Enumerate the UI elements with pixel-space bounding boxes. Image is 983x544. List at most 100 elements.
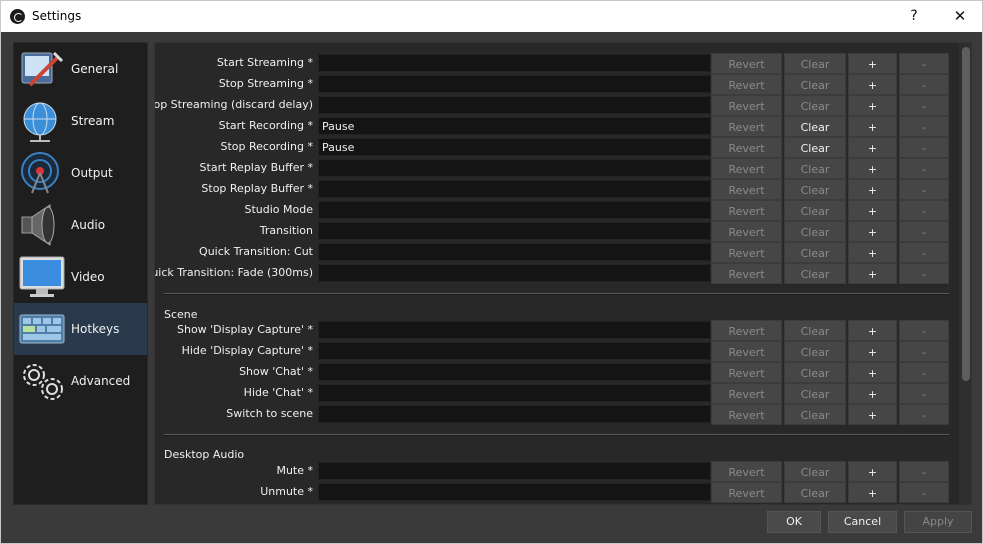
add-hotkey-button[interactable]: + [848,320,897,341]
revert-button[interactable]: Revert [711,482,782,503]
hotkey-input[interactable] [318,264,711,282]
revert-button[interactable]: Revert [711,263,782,284]
sidebar-item-output[interactable]: Output [14,147,147,199]
remove-hotkey-button[interactable]: - [899,179,949,200]
add-hotkey-button[interactable]: + [848,341,897,362]
revert-button[interactable]: Revert [711,404,782,425]
scrollbar-thumb[interactable] [962,47,970,381]
revert-button[interactable]: Revert [711,341,782,362]
revert-button[interactable]: Revert [711,53,782,74]
revert-button[interactable]: Revert [711,320,782,341]
sidebar-item-general[interactable]: General [14,43,147,95]
remove-hotkey-button[interactable]: - [899,116,949,137]
remove-hotkey-button[interactable]: - [899,200,949,221]
add-hotkey-button[interactable]: + [848,74,897,95]
hotkey-input[interactable] [318,405,711,423]
hotkey-input[interactable] [318,180,711,198]
clear-button[interactable]: Clear [784,74,846,95]
remove-hotkey-button[interactable]: - [899,74,949,95]
clear-button[interactable]: Clear [784,263,846,284]
ok-button[interactable]: OK [767,511,821,533]
revert-button[interactable]: Revert [711,221,782,242]
hotkey-input[interactable] [318,462,711,480]
add-hotkey-button[interactable]: + [848,461,897,482]
clear-button[interactable]: Clear [784,116,846,137]
remove-hotkey-button[interactable]: - [899,320,949,341]
remove-hotkey-button[interactable]: - [899,341,949,362]
add-hotkey-button[interactable]: + [848,158,897,179]
revert-button[interactable]: Revert [711,461,782,482]
hotkey-input[interactable] [318,201,711,219]
remove-hotkey-button[interactable]: - [899,263,949,284]
add-hotkey-button[interactable]: + [848,482,897,503]
sidebar-item-stream[interactable]: Stream [14,95,147,147]
clear-button[interactable]: Clear [784,179,846,200]
remove-hotkey-button[interactable]: - [899,461,949,482]
clear-button[interactable]: Clear [784,221,846,242]
add-hotkey-button[interactable]: + [848,221,897,242]
remove-hotkey-button[interactable]: - [899,362,949,383]
hotkey-input[interactable] [318,96,711,114]
hotkey-input[interactable] [318,321,711,339]
hotkey-input[interactable] [318,243,711,261]
hotkey-input[interactable] [318,159,711,177]
clear-button[interactable]: Clear [784,158,846,179]
clear-button[interactable]: Clear [784,383,846,404]
add-hotkey-button[interactable]: + [848,95,897,116]
revert-button[interactable]: Revert [711,179,782,200]
hotkey-input[interactable] [318,138,711,156]
remove-hotkey-button[interactable]: - [899,95,949,116]
vertical-scrollbar[interactable] [959,43,971,504]
add-hotkey-button[interactable]: + [848,404,897,425]
remove-hotkey-button[interactable]: - [899,53,949,74]
sidebar-item-advanced[interactable]: Advanced [14,355,147,407]
clear-button[interactable]: Clear [784,362,846,383]
hotkey-input[interactable] [318,363,711,381]
remove-hotkey-button[interactable]: - [899,137,949,158]
clear-button[interactable]: Clear [784,404,846,425]
revert-button[interactable]: Revert [711,137,782,158]
add-hotkey-button[interactable]: + [848,53,897,74]
add-hotkey-button[interactable]: + [848,200,897,221]
clear-button[interactable]: Clear [784,461,846,482]
add-hotkey-button[interactable]: + [848,383,897,404]
revert-button[interactable]: Revert [711,362,782,383]
hotkey-input[interactable] [318,483,711,501]
clear-button[interactable]: Clear [784,482,846,503]
help-button[interactable]: ? [904,6,924,26]
revert-button[interactable]: Revert [711,200,782,221]
add-hotkey-button[interactable]: + [848,362,897,383]
sidebar-item-hotkeys[interactable]: Hotkeys [14,303,147,355]
clear-button[interactable]: Clear [784,95,846,116]
hotkey-input[interactable] [318,342,711,360]
close-button[interactable]: ✕ [947,6,973,26]
clear-button[interactable]: Clear [784,137,846,158]
clear-button[interactable]: Clear [784,200,846,221]
sidebar-item-audio[interactable]: Audio [14,199,147,251]
hotkey-input[interactable] [318,117,711,135]
clear-button[interactable]: Clear [784,242,846,263]
apply-button[interactable]: Apply [904,511,972,533]
cancel-button[interactable]: Cancel [828,511,897,533]
add-hotkey-button[interactable]: + [848,242,897,263]
remove-hotkey-button[interactable]: - [899,404,949,425]
hotkey-input[interactable] [318,384,711,402]
revert-button[interactable]: Revert [711,158,782,179]
remove-hotkey-button[interactable]: - [899,242,949,263]
add-hotkey-button[interactable]: + [848,179,897,200]
remove-hotkey-button[interactable]: - [899,383,949,404]
revert-button[interactable]: Revert [711,74,782,95]
add-hotkey-button[interactable]: + [848,116,897,137]
clear-button[interactable]: Clear [784,53,846,74]
remove-hotkey-button[interactable]: - [899,482,949,503]
revert-button[interactable]: Revert [711,116,782,137]
remove-hotkey-button[interactable]: - [899,158,949,179]
revert-button[interactable]: Revert [711,242,782,263]
hotkey-input[interactable] [318,75,711,93]
remove-hotkey-button[interactable]: - [899,221,949,242]
hotkey-input[interactable] [318,222,711,240]
revert-button[interactable]: Revert [711,383,782,404]
hotkey-input[interactable] [318,54,711,72]
add-hotkey-button[interactable]: + [848,137,897,158]
sidebar-item-video[interactable]: Video [14,251,147,303]
